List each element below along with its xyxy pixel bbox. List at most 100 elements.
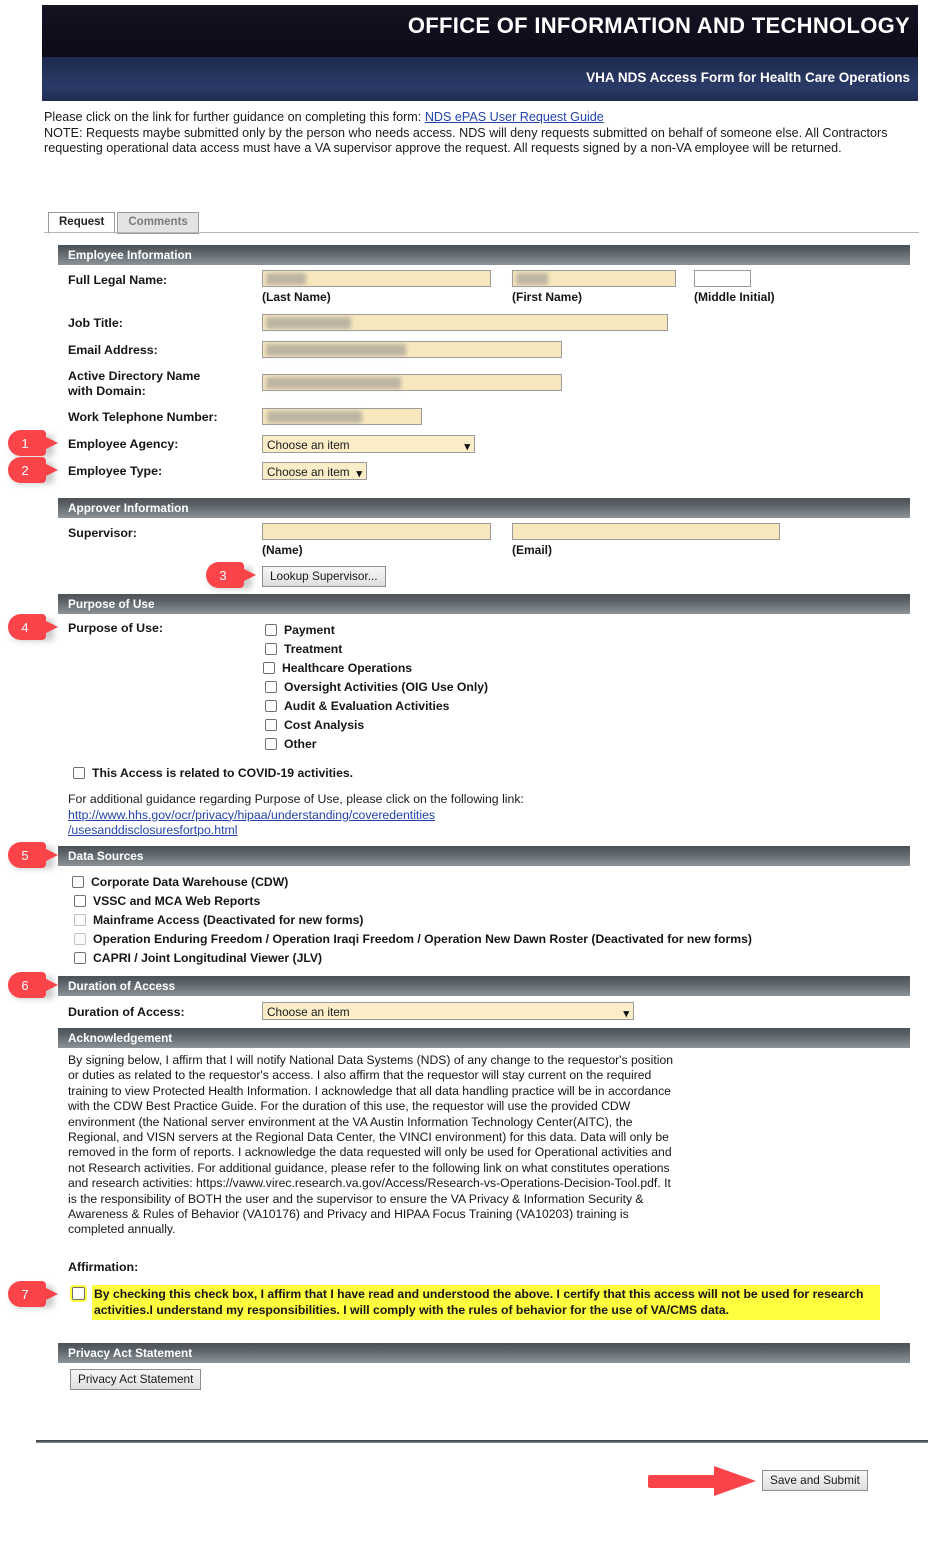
checkbox-row-treatment[interactable]: Treatment (265, 642, 342, 656)
input-email-address[interactable] (262, 341, 562, 358)
org-title: OFFICE OF INFORMATION AND TECHNOLOGY (407, 13, 910, 38)
checkbox-oef-oif-ond-roster (74, 933, 86, 945)
footer-divider (36, 1440, 928, 1443)
label-supervisor: Supervisor: (68, 526, 137, 540)
checkbox-row-audit-evaluation-activities[interactable]: Audit & Evaluation Activities (265, 699, 449, 713)
input-supervisor-name[interactable] (262, 523, 491, 540)
checkbox-affirmation[interactable] (72, 1287, 85, 1300)
checkbox-cost-analysis[interactable] (265, 719, 277, 731)
checkbox-oversight-activities[interactable] (265, 681, 277, 693)
section-header-employee-information: Employee Information (58, 245, 910, 265)
checkbox-row-healthcare-operations[interactable]: Healthcare Operations (263, 661, 412, 675)
caption-first-name: (First Name) (512, 290, 583, 304)
intro-note: NOTE: Requests maybe submitted only by t… (44, 125, 888, 156)
checkbox-row-capri-jlv[interactable]: CAPRI / Joint Longitudinal Viewer (JLV) (74, 951, 322, 965)
checkbox-label-covid19: This Access is related to COVID-19 activ… (92, 766, 354, 780)
checkbox-row-other[interactable]: Other (265, 737, 317, 751)
chevron-down-icon: ▾ (623, 1008, 629, 1020)
caption-supervisor-name: (Name) (262, 543, 303, 557)
callout-number-7: 7 (21, 1286, 29, 1302)
checkbox-row-cdw[interactable]: Corporate Data Warehouse (CDW) (72, 875, 288, 889)
checkbox-other[interactable] (265, 738, 277, 750)
label-work-telephone-number: Work Telephone Number: (68, 410, 218, 424)
select-employee-agency[interactable]: Choose an item ▾ (262, 435, 475, 453)
callout-number-6: 6 (21, 977, 29, 993)
checkbox-vssc-mca-web-reports[interactable] (74, 895, 86, 907)
callout-number-3: 3 (219, 567, 227, 583)
select-duration-of-access[interactable]: Choose an item ▾ (262, 1002, 634, 1020)
checkbox-label-corporate-data-warehouse: Corporate Data Warehouse (CDW) (91, 875, 289, 889)
label-employee-type: Employee Type: (68, 464, 163, 478)
callout-marker-7: 7 (8, 1281, 60, 1308)
checkbox-label-healthcare-operations: Healthcare Operations (282, 661, 413, 675)
callout-marker-2: 2 (8, 457, 60, 484)
arrow-head (714, 1466, 756, 1496)
save-and-submit-button[interactable]: Save and Submit (762, 1470, 868, 1491)
caption-middle-initial: (Middle Initial) (694, 290, 775, 304)
label-employee-agency: Employee Agency: (68, 437, 179, 451)
callout-marker-1: 1 (8, 430, 60, 457)
input-job-title[interactable] (262, 314, 668, 331)
label-duration-of-access: Duration of Access: (68, 1005, 185, 1019)
label-full-legal-name: Full Legal Name: (68, 273, 168, 287)
section-header-approver-information: Approver Information (58, 498, 910, 518)
input-middle-initial[interactable] (694, 270, 751, 287)
checkbox-covid19[interactable] (73, 767, 85, 779)
hhs-guidance-link-line2[interactable]: /usesanddisclosuresfortpo.html (68, 823, 238, 837)
section-header-privacy-act-statement: Privacy Act Statement (58, 1343, 910, 1363)
checkbox-row-payment[interactable]: Payment (265, 623, 335, 637)
checkbox-healthcare-operations[interactable] (263, 662, 275, 674)
chevron-down-icon: ▾ (464, 441, 470, 453)
input-last-name[interactable] (262, 270, 491, 287)
tab-request[interactable]: Request (48, 212, 116, 234)
label-job-title: Job Title: (68, 316, 123, 330)
checkbox-row-covid19[interactable]: This Access is related to COVID-19 activ… (73, 766, 353, 780)
input-first-name[interactable] (512, 270, 676, 287)
checkbox-label-other: Other (284, 737, 317, 751)
redacted-email-value (266, 344, 406, 356)
checkbox-treatment[interactable] (265, 643, 277, 655)
checkbox-label-cost-analysis: Cost Analysis (284, 718, 365, 732)
label-active-directory-name: Active Directory Name with Domain: (68, 369, 248, 399)
checkbox-audit-evaluation-activities[interactable] (265, 700, 277, 712)
redacted-last-name-value (266, 273, 306, 285)
select-employee-type[interactable]: Choose an item ▾ (262, 462, 367, 480)
checkbox-row-oversight-activities[interactable]: Oversight Activities (OIG Use Only) (265, 680, 488, 694)
checkbox-label-oversight-activities: Oversight Activities (OIG Use Only) (284, 680, 489, 694)
checkbox-payment[interactable] (265, 624, 277, 636)
redacted-job-title-value (266, 317, 351, 329)
checkbox-label-capri-jlv: CAPRI / Joint Longitudinal Viewer (JLV) (93, 951, 323, 965)
checkbox-row-oef-oif-ond-roster: Operation Enduring Freedom / Operation I… (74, 932, 752, 946)
checkbox-label-payment: Payment (284, 623, 335, 637)
section-header-duration-of-access: Duration of Access (58, 976, 910, 996)
lookup-supervisor-button[interactable]: Lookup Supervisor... (262, 566, 386, 587)
input-active-directory-name[interactable] (262, 374, 562, 391)
caption-supervisor-email: (Email) (512, 543, 553, 557)
callout-number-2: 2 (21, 462, 29, 478)
section-header-purpose-of-use: Purpose of Use (58, 594, 910, 614)
checkbox-corporate-data-warehouse[interactable] (72, 876, 84, 888)
select-employee-type-value: Choose an item (267, 465, 350, 479)
callout-marker-6: 6 (8, 972, 60, 999)
label-ad-line2: with Domain: (68, 384, 146, 398)
input-work-telephone-number[interactable] (262, 408, 422, 425)
callout-number-4: 4 (21, 619, 29, 635)
checkbox-label-audit-evaluation-activities: Audit & Evaluation Activities (284, 699, 450, 713)
tab-bar-divider (44, 232, 919, 233)
tab-comments[interactable]: Comments (117, 212, 199, 234)
hhs-guidance-link-line1[interactable]: http://www.hhs.gov/ocr/privacy/hipaa/und… (68, 808, 435, 822)
checkbox-label-oef-oif-ond-roster: Operation Enduring Freedom / Operation I… (93, 932, 752, 946)
input-supervisor-email[interactable] (512, 523, 780, 540)
privacy-act-statement-button[interactable]: Privacy Act Statement (70, 1369, 202, 1390)
checkbox-capri-jlv[interactable] (74, 952, 86, 964)
label-affirmation: Affirmation: (68, 1260, 139, 1274)
callout-number-5: 5 (21, 847, 29, 863)
caption-last-name: (Last Name) (262, 290, 331, 304)
section-header-data-sources: Data Sources (58, 846, 910, 866)
label-ad-line1: Active Directory Name (68, 369, 201, 383)
callout-marker-4: 4 (8, 614, 60, 641)
checkbox-row-vssc-mca[interactable]: VSSC and MCA Web Reports (74, 894, 260, 908)
checkbox-row-cost-analysis[interactable]: Cost Analysis (265, 718, 364, 732)
nds-epas-user-request-guide-link[interactable]: NDS ePAS User Request Guide (425, 110, 604, 124)
intro-text: Please click on the link for further gui… (44, 110, 917, 157)
